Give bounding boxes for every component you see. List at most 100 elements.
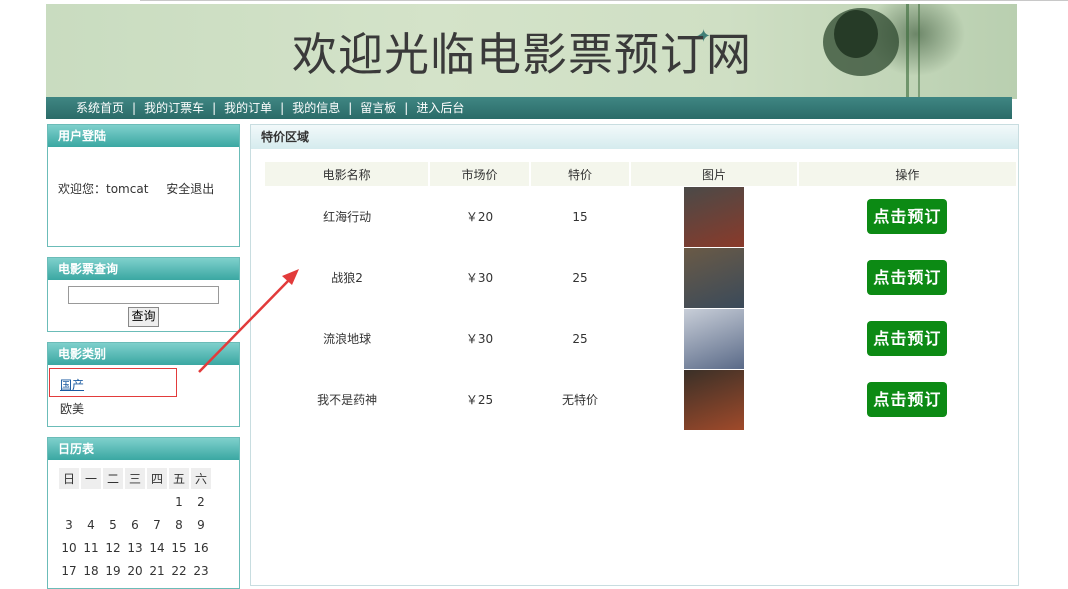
book-ticket-button[interactable]: 点击预订 (867, 199, 948, 234)
calendar-day[interactable]: 11 (81, 537, 101, 558)
table-row: 红海行动 ￥20 15 点击预订 (265, 186, 1017, 247)
logout-link[interactable]: 安全退出 (166, 182, 214, 196)
action-cell: 点击预订 (798, 186, 1017, 247)
calendar-weekday: 四 (147, 468, 167, 489)
calendar-weekday: 日 (59, 468, 79, 489)
search-box: 电影票查询 查询 (47, 257, 240, 332)
category-box-title: 电影类别 (48, 343, 239, 365)
calendar-day[interactable]: 12 (103, 537, 123, 558)
nav-item-4[interactable]: 留言板 (360, 101, 396, 115)
movie-poster-image[interactable] (684, 308, 745, 369)
column-header: 图片 (630, 162, 799, 186)
calendar-day[interactable]: 5 (103, 514, 123, 535)
calendar-day (125, 491, 145, 512)
market-price: ￥30 (465, 271, 494, 285)
login-box: 用户登陆 欢迎您：tomcat 安全退出 (47, 124, 240, 247)
nav-item-2[interactable]: 我的订单 (224, 101, 272, 115)
calendar-day[interactable]: 13 (125, 537, 145, 558)
calendar-day[interactable]: 14 (147, 537, 167, 558)
movie-poster-image[interactable] (684, 369, 745, 430)
nav-separator: | (280, 101, 285, 115)
calendar-day[interactable]: 23 (191, 560, 211, 581)
calendar-day[interactable]: 7 (147, 514, 167, 535)
market-price: ￥25 (465, 393, 494, 407)
column-header: 特价 (529, 162, 632, 186)
search-button[interactable]: 查询 (128, 307, 159, 327)
calendar-weekday: 二 (103, 468, 123, 489)
special-price: 15 (572, 209, 588, 224)
search-input[interactable] (68, 286, 219, 304)
table-row: 我不是药神 ￥25 无特价 点击预订 (265, 369, 1017, 430)
nav-item-1[interactable]: 我的订票车 (144, 101, 204, 115)
calendar-day[interactable]: 3 (59, 514, 79, 535)
poster-cell (630, 186, 797, 247)
calendar-day[interactable]: 21 (147, 560, 167, 581)
nav-separator: | (348, 101, 353, 115)
calendar-day[interactable]: 18 (81, 560, 101, 581)
movie-name: 流浪地球 (323, 332, 372, 346)
calendar-day[interactable]: 6 (125, 514, 145, 535)
calendar-day (59, 491, 79, 512)
search-box-title: 电影票查询 (48, 258, 239, 280)
poster-cell (630, 308, 797, 369)
nav-item-5[interactable]: 进入后台 (416, 101, 464, 115)
calendar-day[interactable]: 9 (191, 514, 211, 535)
calendar-day[interactable]: 8 (169, 514, 189, 535)
poster-cell (630, 247, 797, 308)
nav-item-3[interactable]: 我的信息 (292, 101, 340, 115)
calendar-day[interactable]: 1 (169, 491, 189, 512)
login-box-title: 用户登陆 (48, 125, 239, 147)
table-row: 战狼2 ￥30 25 点击预订 (265, 247, 1017, 308)
movie-poster-image[interactable] (684, 247, 745, 308)
calendar-day[interactable]: 10 (59, 537, 79, 558)
special-price: 25 (572, 331, 588, 346)
special-offer-panel: 特价区域 电影名称 市场价 特价 图片 操作 红海行动 ￥20 15 点击预订 战狼2 ￥30 25… (250, 124, 1019, 586)
site-banner: ✦ 欢迎光临电影票预订网 (46, 4, 1017, 99)
movie-name: 红海行动 (323, 210, 372, 224)
calendar-day[interactable]: 20 (125, 560, 145, 581)
calendar-day (81, 491, 101, 512)
calendar-day[interactable]: 4 (81, 514, 101, 535)
calendar-day[interactable]: 19 (103, 560, 123, 581)
market-price: ￥30 (465, 332, 494, 346)
book-ticket-button[interactable]: 点击预订 (867, 382, 948, 417)
movie-table: 电影名称 市场价 特价 图片 操作 红海行动 ￥20 15 点击预订 战狼2 ￥30 25 点击预订流… (265, 162, 1019, 430)
calendar-day (103, 491, 123, 512)
special-offer-title: 特价区域 (251, 125, 1018, 149)
calendar-day (147, 491, 167, 512)
welcome-text: 欢迎您：tomcat (58, 182, 149, 196)
movie-poster-image[interactable] (684, 186, 745, 247)
calendar-weekday: 六 (191, 468, 211, 489)
market-price: ￥20 (465, 210, 494, 224)
column-header: 市场价 (429, 162, 531, 186)
calendar-day[interactable]: 17 (59, 560, 79, 581)
nav-separator: | (212, 101, 217, 115)
calendar-day[interactable]: 15 (169, 537, 189, 558)
column-header: 操作 (797, 162, 1019, 186)
calendar-day[interactable]: 2 (191, 491, 211, 512)
action-cell: 点击预订 (798, 369, 1017, 430)
category-western[interactable]: 欧美 (60, 402, 84, 416)
book-ticket-button[interactable]: 点击预订 (867, 321, 948, 356)
calendar-weekday: 三 (125, 468, 145, 489)
top-nav: 系统首页 | 我的订票车 | 我的订单 | 我的信息 | 留言板 | 进入后台 (46, 97, 1012, 119)
calendar-box-title: 日历表 (48, 438, 239, 460)
action-cell: 点击预订 (798, 247, 1017, 308)
calendar-box: 日历表 日一二三四五六 1 2 3 4 5 6 7 8 9 10 11 12 13 14 15 16 17 18 19… (47, 437, 240, 589)
calendar-day[interactable]: 22 (169, 560, 189, 581)
book-ticket-button[interactable]: 点击预订 (867, 260, 948, 295)
calendar-day[interactable]: 16 (191, 537, 211, 558)
nav-separator: | (404, 101, 409, 115)
annotation-highlight-box (49, 368, 177, 397)
site-title: 欢迎光临电影票预订网 (292, 28, 753, 81)
nav-separator: | (132, 101, 137, 115)
nav-item-0[interactable]: 系统首页 (76, 101, 124, 115)
column-header: 电影名称 (265, 162, 431, 186)
banner-figure-illustration (823, 4, 920, 99)
poster-cell (630, 369, 797, 430)
special-price: 25 (572, 270, 588, 285)
calendar-grid: 日一二三四五六 1 2 3 4 5 6 7 8 9 10 11 12 13 14 15 16 17 18 19 20 21… (57, 466, 213, 583)
calendar-weekday: 五 (169, 468, 189, 489)
movie-name: 战狼2 (331, 271, 363, 285)
special-price: 无特价 (562, 393, 599, 407)
